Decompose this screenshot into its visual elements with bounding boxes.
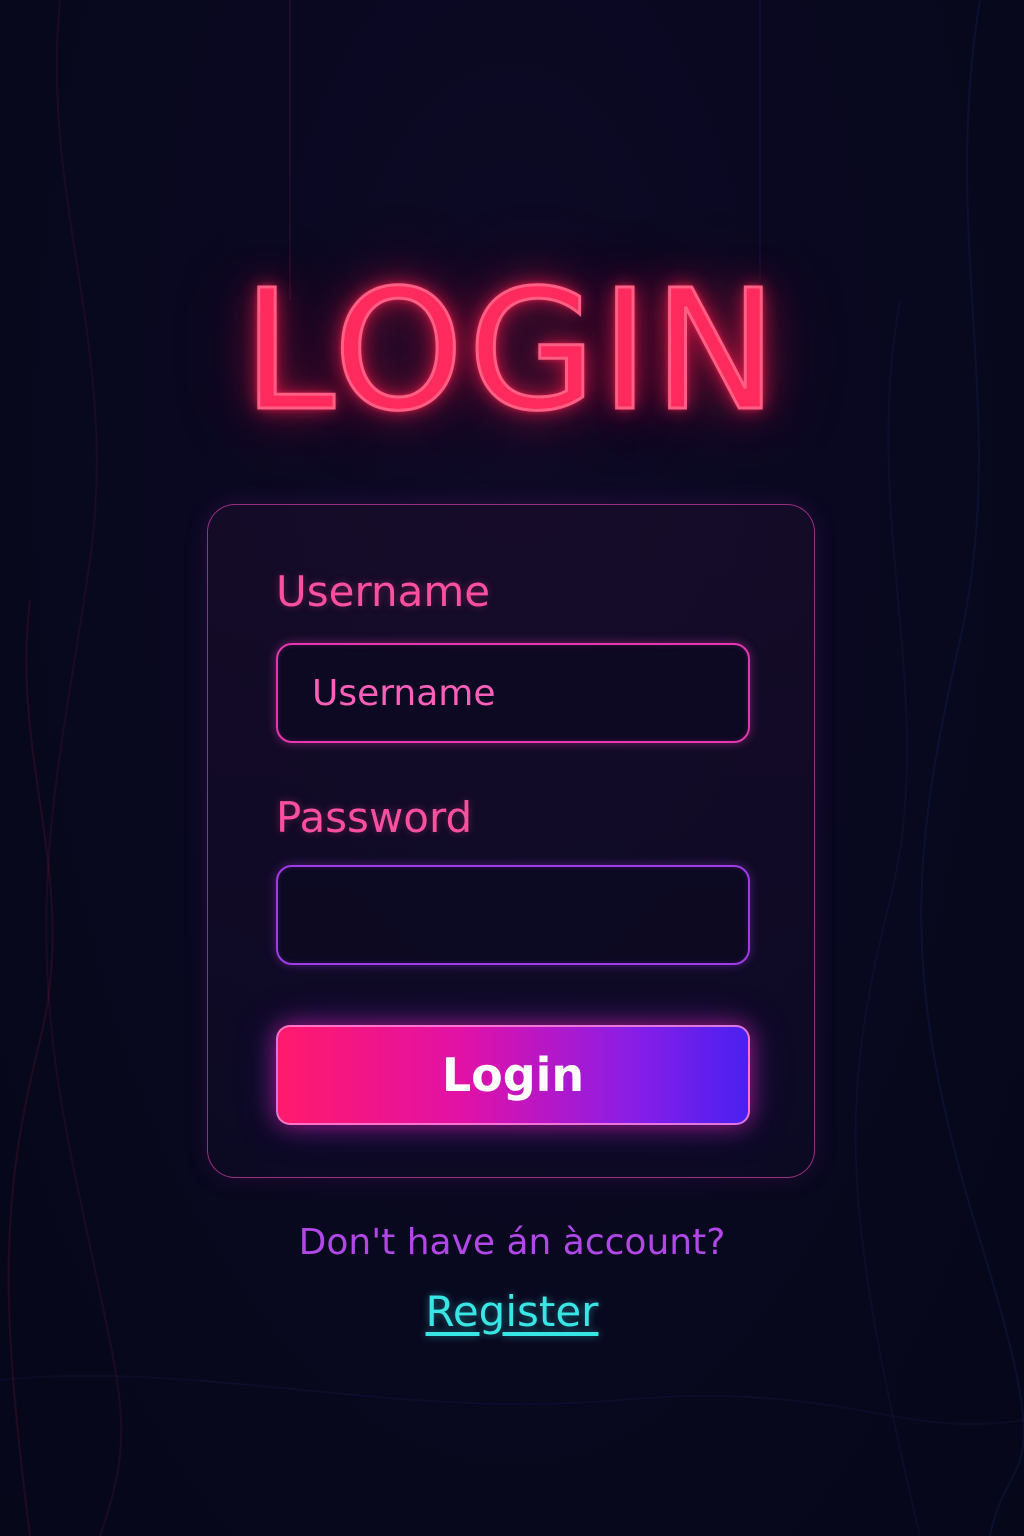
username-input[interactable]: [276, 643, 750, 743]
password-input[interactable]: [276, 865, 750, 965]
username-label: Username: [276, 567, 491, 616]
login-button[interactable]: Login: [276, 1025, 750, 1125]
password-label: Password: [276, 793, 473, 842]
register-link[interactable]: Register: [0, 1286, 1024, 1338]
login-card: Username Password Login: [207, 504, 815, 1178]
register-prompt: Don't have án àccount?: [298, 1222, 726, 1263]
page-title: LOGIN: [241, 255, 782, 448]
